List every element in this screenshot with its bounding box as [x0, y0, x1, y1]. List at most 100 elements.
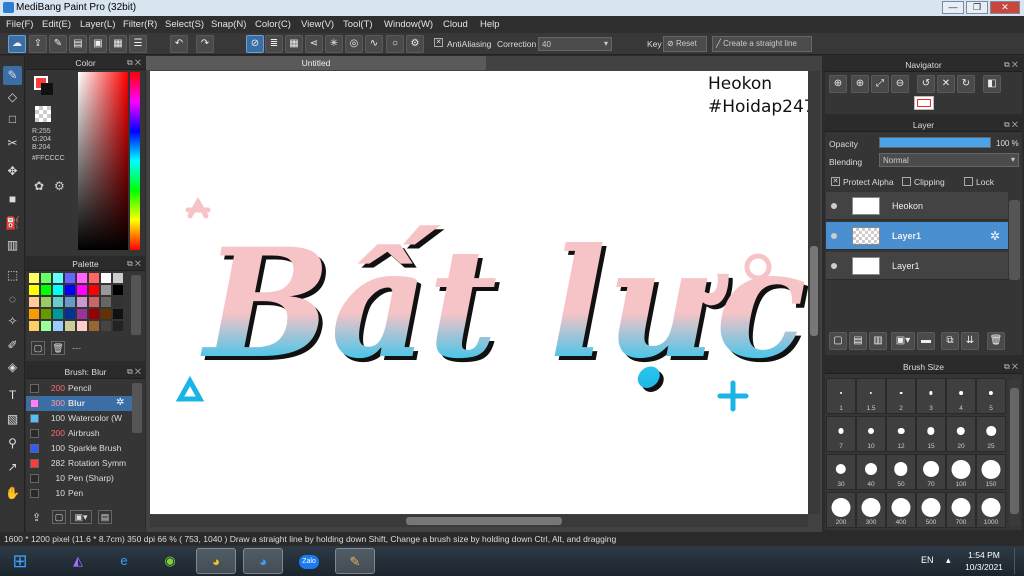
brush-size-cell[interactable]: 40: [856, 454, 886, 490]
snap-parallel-icon[interactable]: ≣: [265, 35, 283, 53]
opacity-slider[interactable]: [879, 137, 991, 148]
palette-swatch[interactable]: [53, 297, 63, 307]
drawing-canvas[interactable]: Heokon #Hoidap247 Bất lực Bất lực: [150, 71, 808, 514]
redo-icon[interactable]: ↷: [196, 35, 214, 53]
menu-tool[interactable]: Tool(T): [343, 19, 373, 30]
brush-size-cell[interactable]: 700: [946, 492, 976, 528]
palette-swatches[interactable]: [29, 273, 129, 333]
medibang-icon[interactable]: ✎: [335, 548, 375, 574]
brush-size-cell[interactable]: 300: [856, 492, 886, 528]
brush-size-cell[interactable]: 100: [946, 454, 976, 490]
duplicate-layer-icon[interactable]: ⧉: [941, 332, 959, 350]
new-palette-icon[interactable]: ▢: [31, 341, 45, 355]
lock-checkbox[interactable]: [964, 177, 973, 186]
snap-curve-icon[interactable]: ∿: [365, 35, 383, 53]
flip-icon[interactable]: ✕: [937, 75, 955, 93]
eraser-tool-icon[interactable]: ◇: [3, 88, 22, 107]
grid-icon[interactable]: ▦: [109, 35, 127, 53]
palette-swatch[interactable]: [41, 309, 51, 319]
comment-icon[interactable]: ✎: [49, 35, 67, 53]
color-picker-icon[interactable]: ⚙: [54, 179, 65, 193]
palette-swatch[interactable]: [77, 285, 87, 295]
navigator-viewport[interactable]: [917, 99, 931, 107]
green-app-icon[interactable]: ◉: [150, 548, 190, 574]
undo-icon[interactable]: ↶: [170, 35, 188, 53]
brush-size-cell[interactable]: 150: [976, 454, 1006, 490]
actual-size-icon[interactable]: ⤢: [871, 75, 889, 93]
palette-swatch[interactable]: [41, 321, 51, 331]
palette-swatch[interactable]: [53, 285, 63, 295]
clock[interactable]: 1:54 PM 10/3/2021: [960, 549, 1008, 573]
brush-size-cell[interactable]: 15: [916, 416, 946, 452]
visibility-icon[interactable]: [831, 263, 837, 269]
snap-radial-icon[interactable]: ✳: [325, 35, 343, 53]
brush-item[interactable]: 200 Airbrush: [26, 426, 132, 441]
brush-size-scrollbar[interactable]: [1009, 380, 1020, 526]
snap-settings-icon[interactable]: ⚙: [406, 35, 424, 53]
show-desktop-button[interactable]: [1014, 548, 1023, 574]
protect-alpha-checkbox[interactable]: ✕: [831, 177, 840, 186]
add-layer-menu-icon[interactable]: ▣▾: [891, 332, 915, 350]
palette-swatch[interactable]: [65, 309, 75, 319]
palette-swatch[interactable]: [29, 297, 39, 307]
fill-shape-icon[interactable]: ■: [3, 190, 22, 209]
brush-item[interactable]: 100 Watercolor (W: [26, 411, 132, 426]
text-tool-icon[interactable]: T: [3, 386, 22, 405]
snap-off-icon[interactable]: ⊘: [246, 35, 264, 53]
reset-button[interactable]: ⊘ Reset: [663, 36, 707, 52]
close-button[interactable]: ✕: [990, 1, 1020, 14]
brush-size-cell[interactable]: 7: [826, 416, 856, 452]
palette-swatch[interactable]: [41, 297, 51, 307]
lasso-select-icon[interactable]: ◌: [3, 290, 22, 309]
palette-more[interactable]: ---: [72, 343, 81, 353]
operation-icon[interactable]: ↗: [3, 458, 22, 477]
palette-swatch[interactable]: [89, 273, 99, 283]
palette-swatch[interactable]: [101, 309, 111, 319]
brush-size-cell[interactable]: 20: [946, 416, 976, 452]
palette-swatch[interactable]: [113, 309, 123, 319]
brush-size-cell[interactable]: 4: [946, 378, 976, 414]
move-tool-icon[interactable]: ✥: [3, 162, 22, 181]
palette-swatch[interactable]: [77, 297, 87, 307]
panel-menu-icon[interactable]: ⧉ ✕: [1004, 58, 1018, 72]
palette-swatch[interactable]: [101, 285, 111, 295]
palette-swatch[interactable]: [113, 321, 123, 331]
zoom-in-icon[interactable]: ⊕: [851, 75, 869, 93]
brush-size-cell[interactable]: 30: [826, 454, 856, 490]
rect-select-icon[interactable]: □: [3, 110, 22, 129]
palette-swatch[interactable]: [101, 273, 111, 283]
secondary-color-swatch[interactable]: [41, 83, 53, 95]
brush-size-cell[interactable]: 25: [976, 416, 1006, 452]
gradient-icon[interactable]: ▥: [3, 236, 22, 255]
palette-swatch[interactable]: [29, 309, 39, 319]
clipping-checkbox[interactable]: [902, 177, 911, 186]
magic-wand-icon[interactable]: ✧: [3, 312, 22, 331]
palette-swatch[interactable]: [65, 273, 75, 283]
transparent-swatch[interactable]: [35, 106, 51, 122]
layer-scrollbar[interactable]: [1009, 200, 1020, 280]
panel-menu-icon[interactable]: ⧉ ✕: [1004, 118, 1018, 132]
brush-size-cell[interactable]: 3: [916, 378, 946, 414]
panel-menu-icon[interactable]: ⧉ ✕: [1004, 360, 1018, 374]
brush-item[interactable]: 282 Rotation Symm: [26, 456, 132, 471]
palette-swatch[interactable]: [77, 321, 87, 331]
palette-swatch[interactable]: [89, 285, 99, 295]
gear-icon[interactable]: ✲: [990, 229, 1000, 243]
brush-size-cell[interactable]: 500: [916, 492, 946, 528]
palette-swatch[interactable]: [41, 273, 51, 283]
snap-circle-icon[interactable]: ◎: [345, 35, 363, 53]
snap-vanish-icon[interactable]: ⋖: [305, 35, 323, 53]
palette-swatch[interactable]: [53, 309, 63, 319]
palette-swatch[interactable]: [101, 321, 111, 331]
palette-swatch[interactable]: [113, 273, 123, 283]
palette-swatch[interactable]: [53, 273, 63, 283]
color-wheel-icon[interactable]: ✿: [34, 179, 44, 193]
zoom-fit-icon[interactable]: ⊕: [829, 75, 847, 93]
menu-view[interactable]: View(V): [301, 19, 334, 30]
new-8bit-layer-icon[interactable]: ▥: [869, 332, 887, 350]
hand-tool-icon[interactable]: ✋: [3, 484, 22, 503]
palette-swatch[interactable]: [113, 285, 123, 295]
correction-select[interactable]: 40 ▾: [538, 37, 612, 51]
brush-item[interactable]: 200 Pencil: [26, 381, 132, 396]
lasso-icon[interactable]: ✂: [3, 134, 22, 153]
